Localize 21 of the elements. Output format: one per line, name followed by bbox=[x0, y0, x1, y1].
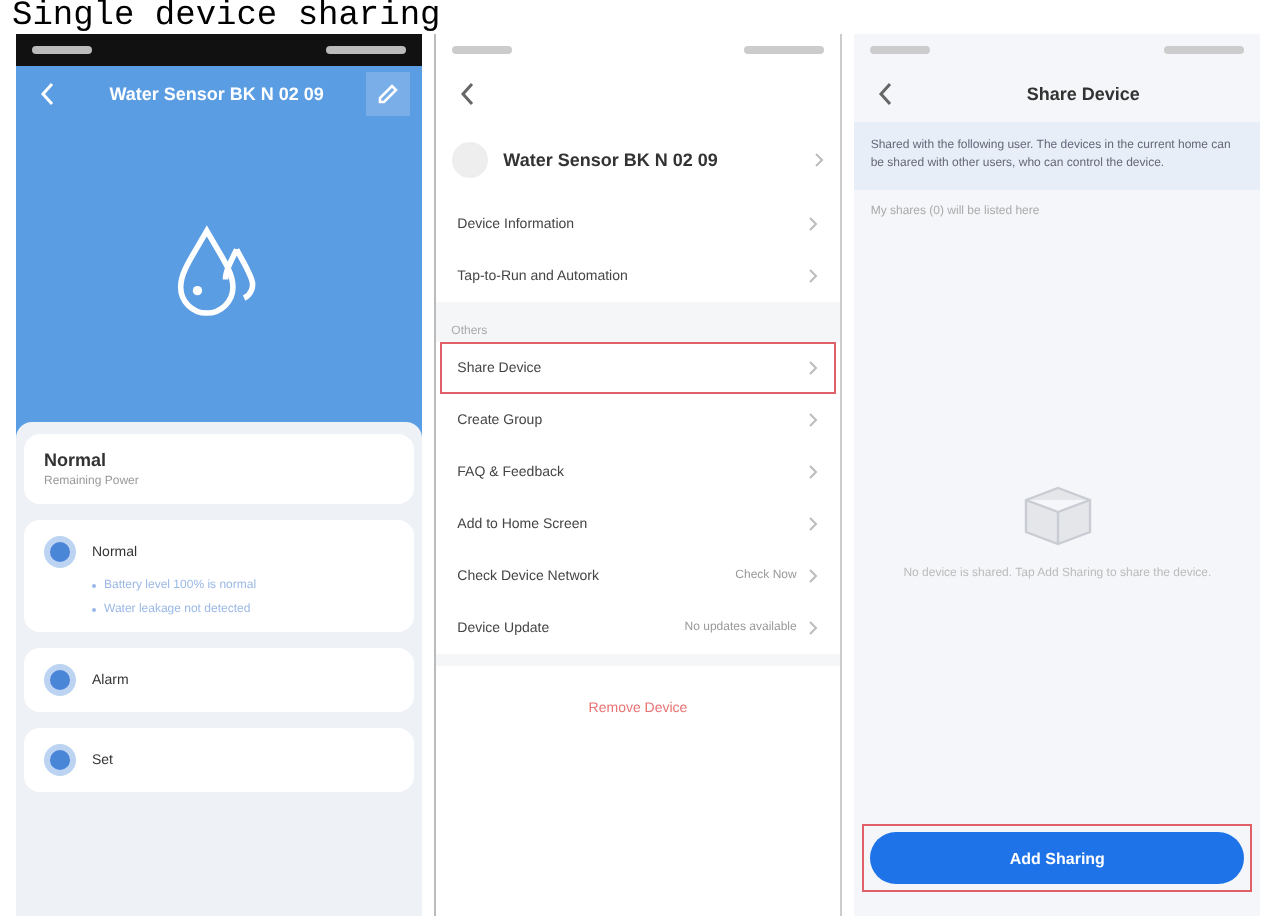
chevron-icon bbox=[808, 268, 819, 284]
circle-icon bbox=[44, 744, 76, 776]
edit-icon[interactable] bbox=[365, 72, 410, 116]
chevron-icon bbox=[808, 464, 819, 480]
device-name: Water Sensor BK N 02 09 bbox=[503, 150, 720, 170]
chevron-icon bbox=[808, 620, 819, 636]
chevron-icon bbox=[808, 360, 819, 376]
back-icon[interactable] bbox=[459, 82, 476, 106]
chevron-icon bbox=[808, 568, 819, 584]
chevron-icon bbox=[808, 412, 819, 428]
status-text: Normal bbox=[44, 450, 109, 470]
chevron-icon bbox=[814, 152, 825, 168]
circle-icon bbox=[44, 536, 76, 568]
chevron-icon bbox=[808, 516, 819, 532]
chevron-icon bbox=[808, 216, 819, 232]
page-heading: Single device sharing bbox=[10, 0, 443, 34]
back-icon[interactable] bbox=[878, 82, 895, 106]
screen-title: Water Sensor BK N 02 09 bbox=[107, 84, 326, 104]
add-sharing-button[interactable]: Add Sharing bbox=[870, 832, 1245, 884]
circle-icon bbox=[44, 664, 76, 696]
screen-title: Share Device bbox=[1024, 84, 1142, 104]
